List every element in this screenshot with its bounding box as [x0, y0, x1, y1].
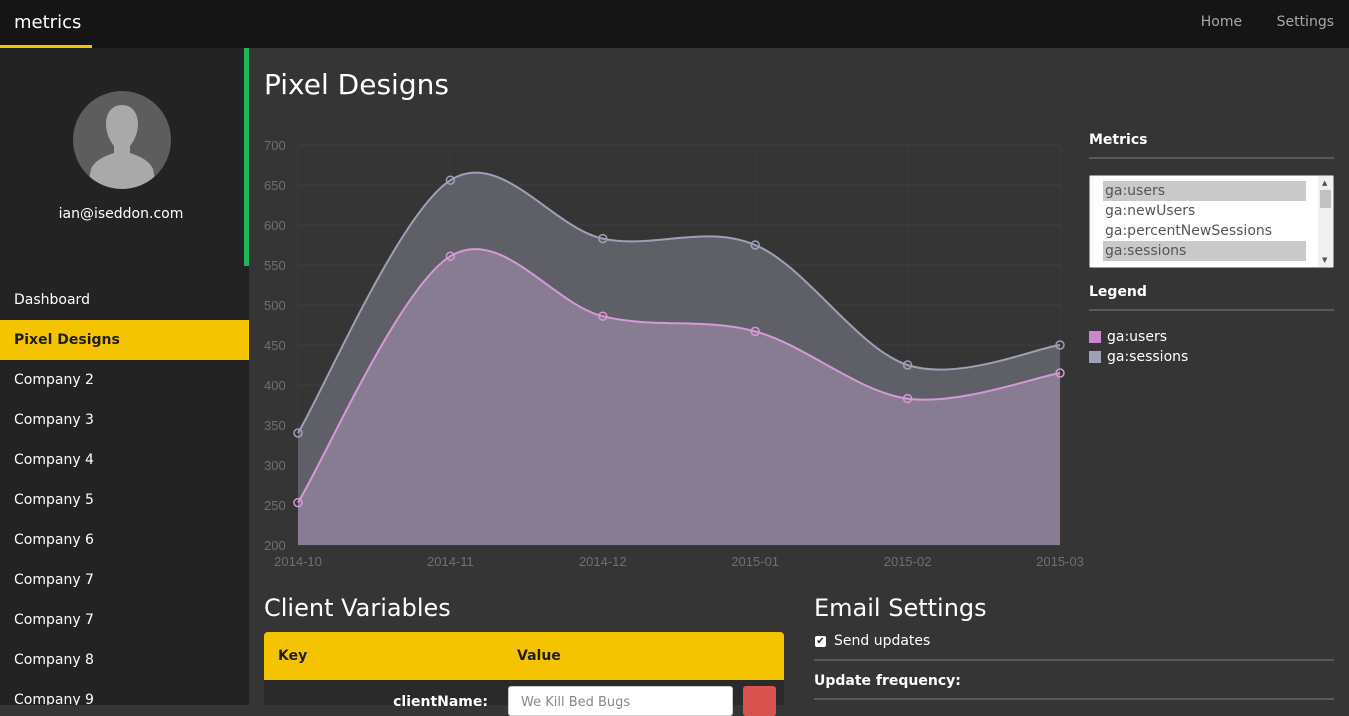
scroll-thumb[interactable] [1320, 190, 1331, 208]
sidebar: ian@iseddon.com Dashboard Pixel Designs … [0, 48, 249, 705]
legend-label-users: ga:users [1107, 329, 1168, 345]
y-tick-label: 650 [264, 178, 286, 193]
y-tick-label: 500 [264, 298, 286, 313]
x-tick-label: 2015-02 [884, 554, 932, 569]
legend-item-sessions: ga:sessions [1089, 347, 1334, 367]
sidebar-item-company-7[interactable]: Company 7 [0, 560, 249, 600]
sidebar-item-pixel-designs[interactable]: Pixel Designs [0, 320, 249, 360]
x-tick-label: 2014-12 [579, 554, 627, 569]
legend-swatch-sessions [1089, 351, 1101, 363]
avatar [73, 91, 171, 189]
metrics-area-chart: 200 250 300 350 400 450 500 550 600 650 700 2014-10… [264, 138, 1084, 569]
value-column-header: Value [517, 648, 561, 664]
metrics-listbox[interactable]: ga:users ga:newUsers ga:percentNewSessio… [1089, 175, 1334, 268]
x-tick-label: 2015-03 [1036, 554, 1084, 569]
y-tick-label: 250 [264, 498, 286, 513]
y-tick-label: 550 [264, 258, 286, 273]
active-accent-bar [244, 48, 249, 266]
sidebar-item-dashboard[interactable]: Dashboard [0, 280, 249, 320]
nav-home-link[interactable]: Home [1201, 14, 1242, 30]
y-tick-label: 600 [264, 218, 286, 233]
sidebar-item-company-8[interactable]: Company 8 [0, 640, 249, 680]
x-tick-label: 2014-11 [427, 554, 474, 569]
client-variables-title: Client Variables [264, 594, 451, 622]
metrics-heading: Metrics [1089, 132, 1334, 159]
sidebar-item-company-4[interactable]: Company 4 [0, 440, 249, 480]
metric-option-percent-new-sessions[interactable]: ga:percentNewSessions [1103, 221, 1306, 241]
brand-logo[interactable]: metrics [0, 0, 92, 48]
table-row: clientName: We Kill Bed Bugs [264, 680, 784, 716]
x-tick-label: 2015-01 [731, 554, 779, 569]
metric-option-new-users[interactable]: ga:newUsers [1103, 201, 1306, 221]
variable-key: clientName: [393, 694, 488, 710]
sidebar-item-company-9[interactable]: Company 9 [0, 680, 249, 705]
update-frequency-label: Update frequency: [814, 673, 1334, 700]
send-updates-checkbox[interactable]: ✔ [815, 636, 826, 647]
sidebar-nav: Dashboard Pixel Designs Company 2 Compan… [0, 280, 249, 705]
send-updates-row: ✔ Send updates [814, 632, 1334, 661]
metric-option-sessions[interactable]: ga:sessions [1103, 241, 1306, 261]
legend-item-users: ga:users [1089, 327, 1334, 347]
legend-label-sessions: ga:sessions [1107, 349, 1189, 365]
listbox-scrollbar[interactable]: ▲ ▼ [1318, 176, 1333, 267]
x-tick-label: 2014-10 [274, 554, 322, 569]
sidebar-item-company-3[interactable]: Company 3 [0, 400, 249, 440]
sidebar-item-company-2[interactable]: Company 2 [0, 360, 249, 400]
legend-heading: Legend [1089, 284, 1334, 311]
y-tick-label: 700 [264, 138, 286, 153]
delete-variable-button[interactable] [743, 686, 776, 716]
y-tick-label: 400 [264, 378, 286, 393]
key-column-header: Key [278, 648, 308, 664]
legend-panel: Legend ga:users ga:sessions [1089, 284, 1334, 367]
scroll-up-icon[interactable]: ▲ [1322, 179, 1327, 187]
email-settings-title: Email Settings [814, 594, 987, 622]
metric-option-users[interactable]: ga:users [1103, 181, 1306, 201]
page-title: Pixel Designs [264, 68, 449, 101]
sidebar-item-company-5[interactable]: Company 5 [0, 480, 249, 520]
sidebar-item-company-7b[interactable]: Company 7 [0, 600, 249, 640]
sidebar-item-company-6[interactable]: Company 6 [0, 520, 249, 560]
user-silhouette-icon [87, 105, 157, 189]
scroll-down-icon[interactable]: ▼ [1322, 256, 1327, 264]
top-navbar: metrics Home Settings [0, 0, 1349, 48]
top-nav: Home Settings [1171, 14, 1334, 30]
nav-settings-link[interactable]: Settings [1277, 14, 1334, 30]
user-email: ian@iseddon.com [58, 206, 184, 222]
y-tick-label: 300 [264, 458, 286, 473]
legend-swatch-users [1089, 331, 1101, 343]
metrics-panel: Metrics [1089, 132, 1334, 159]
send-updates-label[interactable]: Send updates [834, 633, 930, 649]
client-variables-table-header: Key Value [264, 632, 784, 680]
y-tick-label: 350 [264, 418, 286, 433]
variable-value-input[interactable]: We Kill Bed Bugs [508, 686, 733, 716]
y-tick-label: 200 [264, 538, 286, 553]
y-tick-label: 450 [264, 338, 286, 353]
